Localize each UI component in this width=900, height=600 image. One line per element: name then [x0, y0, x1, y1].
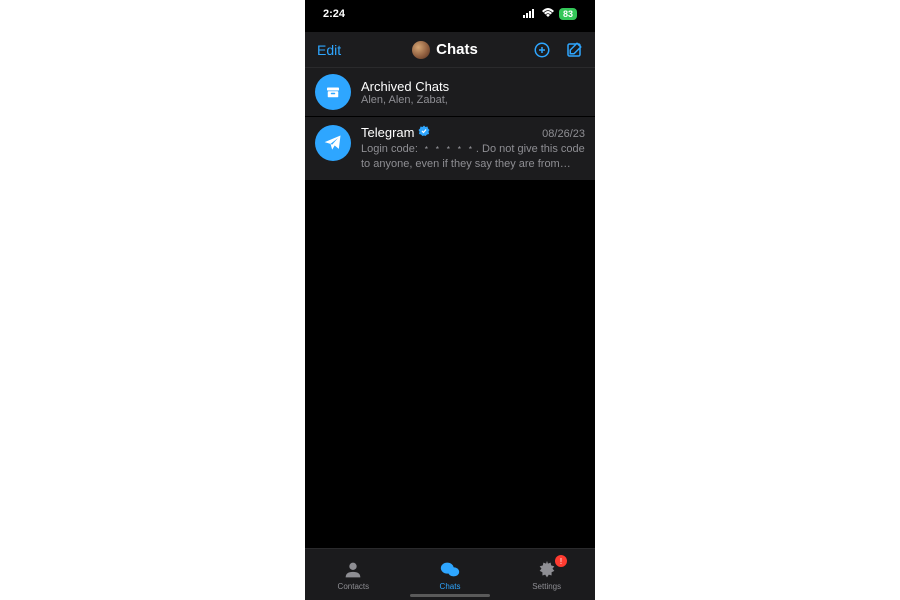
tab-settings-label: Settings	[532, 582, 561, 591]
chat-body: Telegram 08/26/23 Login code: ﹡﹡﹡﹡﹡. Do …	[361, 125, 585, 172]
tab-bar: Contacts Chats Settings !	[305, 548, 595, 600]
home-indicator	[410, 594, 490, 597]
tab-settings[interactable]: Settings !	[498, 549, 595, 600]
add-circle-icon[interactable]	[533, 41, 551, 59]
chat-name-text: Telegram	[361, 125, 414, 140]
nav-title: Chats	[436, 41, 478, 58]
nav-actions	[533, 41, 583, 59]
tab-contacts-label: Contacts	[338, 582, 370, 591]
user-avatar[interactable]	[412, 41, 430, 59]
tab-chats[interactable]: Chats	[402, 549, 499, 600]
archived-text: Archived Chats Alen, Alen, Zabat,	[361, 79, 449, 106]
wifi-icon	[541, 8, 555, 21]
chat-row-telegram[interactable]: Telegram 08/26/23 Login code: ﹡﹡﹡﹡﹡. Do …	[305, 117, 595, 180]
chat-preview: Login code: ﹡﹡﹡﹡﹡. Do not give this code…	[361, 142, 585, 172]
archived-chats-row[interactable]: Archived Chats Alen, Alen, Zabat,	[305, 68, 595, 117]
tab-contacts[interactable]: Contacts	[305, 549, 402, 600]
status-time: 2:24	[323, 8, 345, 20]
compose-icon[interactable]	[565, 41, 583, 59]
phone-frame: 2:24 83 Edit Chats	[305, 0, 595, 600]
nav-title-area: Chats	[412, 41, 478, 59]
chat-header-line: Telegram 08/26/23	[361, 125, 585, 140]
chat-name: Telegram	[361, 125, 430, 140]
chat-list: Archived Chats Alen, Alen, Zabat, Telegr…	[305, 68, 595, 180]
archive-icon	[315, 74, 351, 110]
settings-badge: !	[555, 555, 567, 567]
edit-button[interactable]: Edit	[317, 42, 357, 58]
verified-icon	[418, 125, 430, 140]
nav-bar: Edit Chats	[305, 32, 595, 68]
archived-title: Archived Chats	[361, 79, 449, 94]
signal-icon	[523, 8, 537, 21]
telegram-avatar	[315, 125, 351, 161]
chat-date: 08/26/23	[542, 128, 585, 140]
tab-chats-label: Chats	[440, 582, 461, 591]
status-right: 83	[523, 8, 577, 21]
archived-subtitle: Alen, Alen, Zabat,	[361, 94, 449, 106]
status-bar: 2:24 83	[305, 4, 595, 24]
battery-badge: 83	[559, 8, 577, 20]
